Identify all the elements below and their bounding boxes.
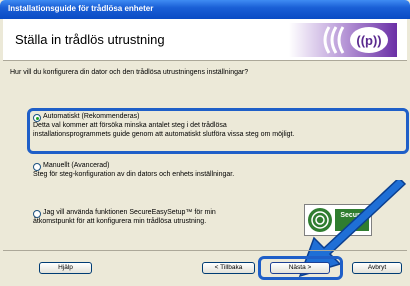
installer-window: Installationsguide för trådlösa enheter … xyxy=(0,0,410,286)
option-secureeasysetup-label: Jag vill använda funktionen SecureEasySe… xyxy=(43,209,216,216)
option-secureeasysetup-desc: åtkomstpunkt för att konfigurera min trå… xyxy=(33,218,207,225)
option-automatic-label: Automatiskt (Rekommenderas) xyxy=(43,113,140,120)
question-text: Hur vill du konfigurera din dator och de… xyxy=(10,69,249,76)
page-heading: Ställa in trådlös utrustning xyxy=(15,32,165,47)
radio-manual[interactable] xyxy=(33,163,41,171)
back-button[interactable]: < Tillbaka xyxy=(202,262,255,274)
radio-automatic[interactable] xyxy=(33,114,41,122)
help-button[interactable]: Hjälp xyxy=(39,262,92,274)
radio-secureeasysetup[interactable] xyxy=(33,210,41,218)
footer-divider xyxy=(3,250,407,251)
header-panel: Ställa in trådlös utrustning ((p)) xyxy=(3,19,407,61)
option-automatic-desc-2: installationsprogrammets guide genom att… xyxy=(33,131,295,138)
cancel-button[interactable]: Avbryt xyxy=(352,262,402,274)
option-automatic-desc-1: Detta val kommer att försöka minska anta… xyxy=(33,122,227,129)
option-manual-desc: Steg för steg-konfiguration av din dator… xyxy=(33,171,235,178)
next-button[interactable]: Nästa > xyxy=(270,262,330,274)
option-manual-label: Manuellt (Avancerad) xyxy=(43,162,110,169)
svg-text:((p)): ((p)) xyxy=(356,33,381,48)
wireless-logo-icon: ((p)) xyxy=(289,23,397,57)
window-title: Installationsguide för trådlösa enheter xyxy=(8,4,154,13)
title-bar: Installationsguide för trådlösa enheter xyxy=(0,0,410,19)
